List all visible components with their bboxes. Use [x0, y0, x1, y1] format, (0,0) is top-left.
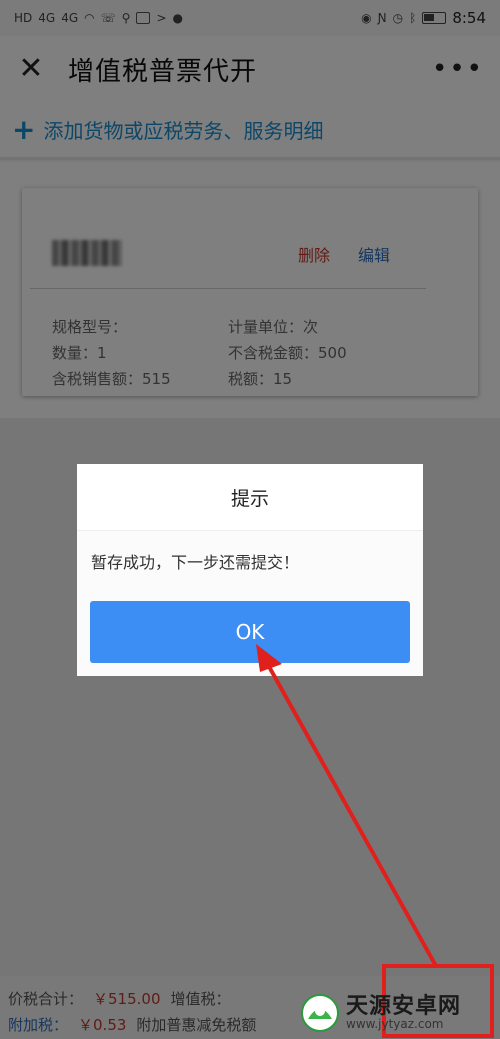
ok-button[interactable]: OK: [90, 601, 410, 663]
watermark-name: 天源安卓网: [346, 994, 462, 1020]
watermark-url: www.jytyaz.com: [346, 1017, 444, 1032]
dialog-body: 暂存成功，下一步还需提交！ OK: [77, 530, 423, 676]
watermark-text: 天源安卓网 www.jytyaz.com: [346, 995, 461, 1031]
dialog-title: 提示: [77, 464, 423, 530]
alert-dialog: 提示 暂存成功，下一步还需提交！ OK: [77, 464, 423, 676]
watermark: 天源安卓网 www.jytyaz.com: [300, 990, 496, 1036]
watermark-logo-icon: [300, 993, 340, 1033]
dialog-message: 暂存成功，下一步还需提交！: [91, 553, 300, 572]
